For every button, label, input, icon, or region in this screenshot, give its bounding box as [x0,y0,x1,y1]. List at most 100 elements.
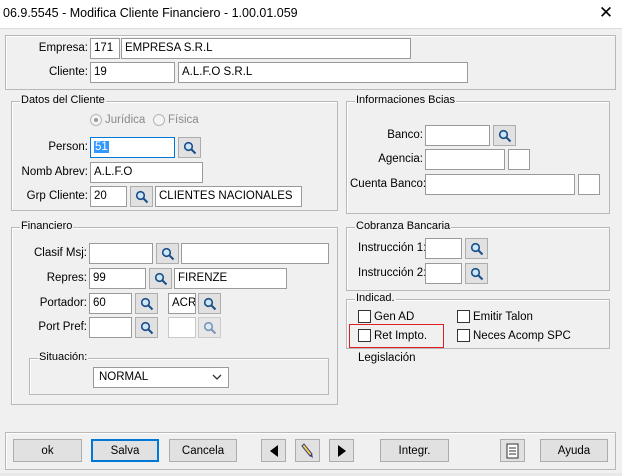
ayuda-button[interactable]: Ayuda [540,439,608,462]
agencia-extra-field[interactable] [508,149,530,170]
empresa-name-field[interactable]: EMPRESA S.R.L [121,38,411,59]
magnifier-icon [140,297,153,310]
radio-juridica-label: Jurídica [105,114,146,126]
port-pref-code-field[interactable] [89,317,132,338]
person-label: Person: [48,141,88,153]
informaciones-bcias-title: Informaciones Bcias [355,94,457,106]
banco-field[interactable] [425,125,490,146]
edit-button[interactable] [295,439,320,462]
situacion-select[interactable]: NORMAL [93,367,229,388]
indicad-title: Indicad. [355,292,396,304]
red-highlight-box [349,324,444,348]
instruccion2-search-button[interactable] [465,263,488,284]
neces-acomp-spc-label: Neces Acomp SPC [473,329,571,342]
magnifier-icon [161,247,174,260]
window-title: 06.9.5545 - Modifica Cliente Financiero … [3,6,298,20]
title-bar: 06.9.5545 - Modifica Cliente Financiero … [0,0,622,28]
empresa-label: Empresa: [38,42,88,54]
magnifier-icon [135,190,148,203]
financiero-title: Financiero [20,220,74,232]
prev-button[interactable] [261,439,286,462]
portador-name-search-button[interactable] [198,293,221,314]
nomb-abrev-label: Nomb Abrev: [21,166,88,178]
instruccion1-label: Instrucción 1: [358,242,427,254]
triangle-left-icon [269,444,278,457]
dialog-client-area: Empresa: 171 EMPRESA S.R.L Cliente: 19 A… [0,28,622,476]
chevron-down-icon [212,374,222,380]
checkbox-icon [457,310,470,323]
clasif-msj-name-field[interactable] [181,243,329,264]
gen-ad-label: Gen AD [374,310,415,323]
port-pref-label: Port Pref: [38,321,87,333]
cliente-label: Cliente: [49,66,88,78]
emitir-talon-label: Emitir Talon [473,310,533,323]
radio-juridica[interactable]: Jurídica [90,114,145,126]
port-pref-name-field[interactable] [168,317,196,338]
instruccion2-field[interactable] [425,263,462,284]
document-button[interactable] [500,439,525,462]
neces-acomp-spc-checkbox[interactable]: Neces Acomp SPC [457,329,571,342]
cliente-code-field[interactable]: 19 [90,62,175,83]
portador-search-button[interactable] [135,293,158,314]
magnifier-icon [470,242,483,255]
person-field[interactable]: 51 [90,137,175,158]
clasif-msj-search-button[interactable] [156,243,179,264]
magnifier-icon [470,267,483,280]
gen-ad-checkbox[interactable]: Gen AD [358,310,414,323]
repres-label: Repres: [46,272,87,284]
agencia-label: Agencia: [378,153,423,165]
nomb-abrev-field[interactable]: A.L.F.O [90,162,203,183]
legislacion-label: Legislación [358,352,416,364]
datos-cliente-title: Datos del Cliente [20,94,106,106]
agencia-field[interactable] [425,149,505,170]
grp-cliente-search-button[interactable] [130,186,153,207]
checkbox-icon [358,310,371,323]
cuenta-banco-label: Cuenta Banco: [350,178,427,190]
emitir-talon-checkbox[interactable]: Emitir Talon [457,310,533,323]
cancela-button[interactable]: Cancela [169,439,237,462]
close-icon[interactable]: ✕ [595,3,617,25]
grp-cliente-name-field[interactable]: CLIENTES NACIONALES [155,186,302,207]
instruccion1-search-button[interactable] [465,238,488,259]
cobranza-bancaria-title: Cobranza Bancaria [355,220,452,232]
situacion-title: Situación: [38,351,89,363]
banco-search-button[interactable] [493,125,516,146]
magnifier-icon [154,272,167,285]
cliente-name-field[interactable]: A.L.F.O S.R.L [178,62,468,83]
empresa-code-field[interactable]: 171 [90,38,120,59]
grp-cliente-code-field[interactable]: 20 [90,186,127,207]
person-search-button[interactable] [178,137,201,158]
repres-name-field[interactable]: FIRENZE [174,268,287,289]
radio-fisica[interactable]: Física [153,114,199,126]
repres-code-field[interactable]: 99 [89,268,146,289]
ok-button[interactable]: ok [13,439,82,462]
repres-search-button[interactable] [149,268,172,289]
person-value: 51 [94,141,109,153]
banco-label: Banco: [387,129,423,141]
magnifier-icon [203,321,216,334]
grp-cliente-label: Grp Cliente: [26,190,88,202]
magnifier-icon [498,129,511,142]
next-button[interactable] [329,439,354,462]
cuenta-banco-field[interactable] [425,174,575,195]
checkbox-icon [457,329,470,342]
instruccion2-label: Instrucción 2: [358,267,427,279]
integr-button[interactable]: Integr. [380,439,449,462]
instruccion1-field[interactable] [425,238,462,259]
triangle-right-icon [337,444,346,457]
port-pref-name-search-button[interactable] [198,317,221,338]
document-icon [506,443,519,458]
salva-button[interactable]: Salva [91,439,159,462]
port-pref-search-button[interactable] [135,317,158,338]
portador-name-field[interactable]: ACR [168,293,196,314]
magnifier-icon [183,141,196,154]
magnifier-icon [140,321,153,334]
pen-icon [300,442,313,458]
magnifier-icon [203,297,216,310]
clasif-msj-code-field[interactable] [89,243,153,264]
radio-empty-icon [153,114,165,126]
radio-fisica-label: Física [168,114,199,126]
cuenta-banco-extra-field[interactable] [578,174,600,195]
portador-code-field[interactable]: 60 [89,293,132,314]
clasif-msj-label: Clasif Msj: [33,247,87,259]
